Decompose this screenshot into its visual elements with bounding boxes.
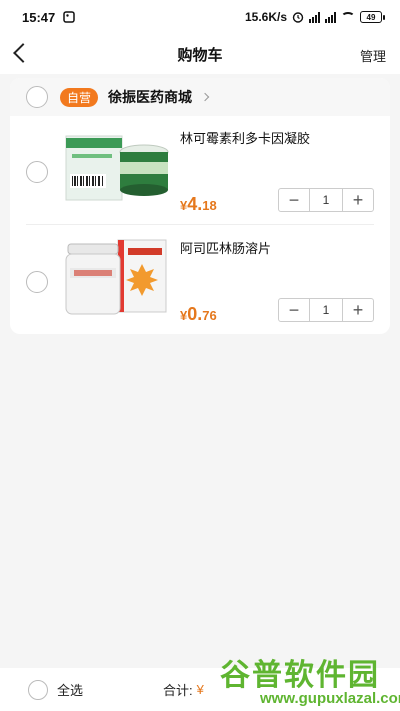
select-all-checkbox[interactable]: [28, 679, 48, 700]
store-header[interactable]: 自营 徐振医药商城: [10, 78, 390, 116]
battery-level: 49: [366, 12, 376, 22]
product-image-aspirin[interactable]: [62, 234, 172, 322]
battery-icon: 49: [360, 11, 385, 23]
store-checkbox[interactable]: [26, 86, 48, 108]
wifi-icon: [341, 12, 355, 22]
quantity-value[interactable]: 1: [309, 189, 343, 211]
image-notification-icon: [63, 11, 75, 23]
nav-bar: 购物车 管理: [0, 34, 400, 74]
status-bar: 15:47 15.6K/s 49: [0, 0, 400, 34]
cart-item: 阿司匹林肠溶片 ¥0.76 − 1 +: [10, 226, 390, 334]
store-cart-card: 自营 徐振医药商城 林可霉素利多卡因凝胶 ¥4.18 − 1 + 阿司匹林肠溶片…: [10, 78, 390, 334]
total-value: ¥: [196, 682, 204, 697]
quantity-stepper: − 1 +: [278, 188, 374, 212]
status-time: 15:47: [22, 9, 56, 25]
chevron-right-icon: [200, 92, 210, 102]
decrease-button[interactable]: −: [279, 299, 309, 321]
quantity-stepper: − 1 +: [278, 298, 374, 322]
product-name[interactable]: 阿司匹林肠溶片: [180, 238, 271, 257]
increase-button[interactable]: +: [343, 189, 373, 211]
cart-item: 林可霉素利多卡因凝胶 ¥4.18 − 1 +: [10, 116, 390, 226]
quantity-value[interactable]: 1: [309, 299, 343, 321]
decrease-button[interactable]: −: [279, 189, 309, 211]
network-speed: 15.6K/s: [244, 10, 287, 24]
back-arrow-icon[interactable]: [13, 43, 33, 63]
store-name[interactable]: 徐振医药商城: [108, 87, 192, 107]
watermark-title: 谷普软件园: [220, 659, 380, 692]
item-checkbox[interactable]: [26, 161, 48, 183]
increase-button[interactable]: +: [343, 299, 373, 321]
site-watermark: 谷普软件园 www.gupuxlazal.com: [212, 650, 400, 710]
signal-icon: [309, 11, 320, 23]
item-checkbox[interactable]: [26, 271, 48, 293]
page-title: 购物车: [177, 46, 223, 64]
watermark-url: www.gupuxlazal.com: [260, 690, 400, 707]
alarm-icon: [292, 12, 304, 23]
manage-button[interactable]: 管理: [360, 46, 386, 65]
item-divider: [26, 224, 374, 225]
signal-icon-2: [325, 11, 336, 23]
product-price: ¥4.18: [180, 194, 217, 214]
select-all-label[interactable]: 全选: [57, 680, 83, 699]
total-label: 合计:: [163, 683, 193, 698]
product-name[interactable]: 林可霉素利多卡因凝胶: [180, 128, 310, 147]
product-price: ¥0.76: [180, 304, 217, 324]
self-operated-badge: 自营: [60, 87, 99, 107]
product-image-gel[interactable]: [62, 124, 172, 212]
